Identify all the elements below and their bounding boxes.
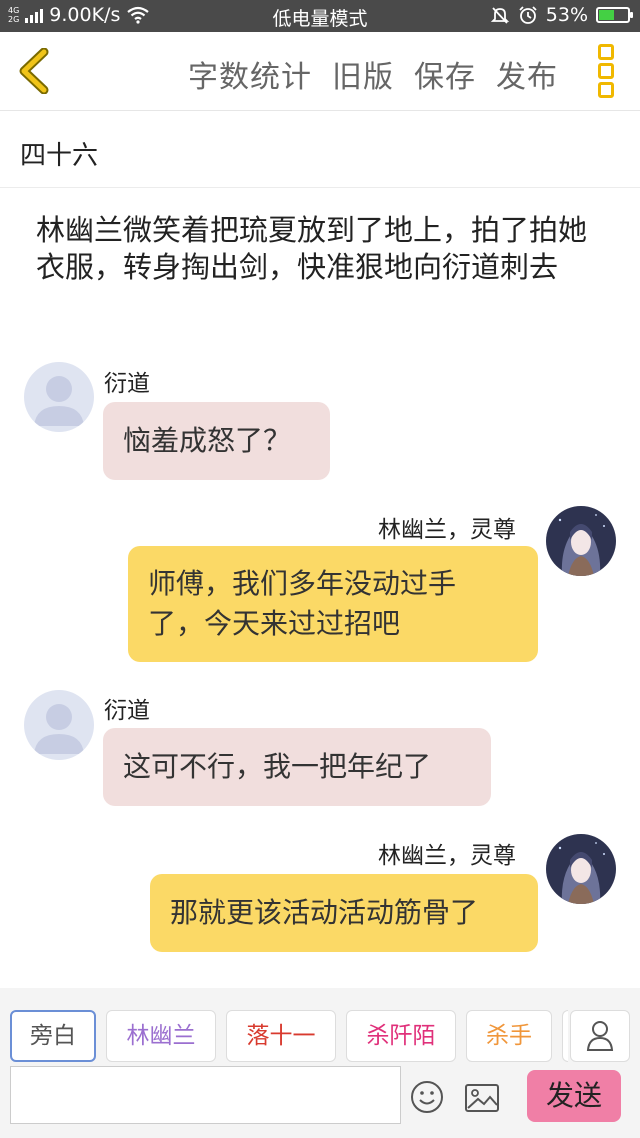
sender-name: 林幽兰，灵尊 [378, 517, 516, 543]
more-dot-icon [598, 63, 614, 79]
image-icon [465, 1084, 499, 1112]
sender-name: 衍道 [104, 371, 150, 397]
chapter-title-row[interactable]: 四十六 [0, 111, 640, 188]
default-user-icon [34, 704, 84, 754]
word-count-button[interactable]: 字数统计 [188, 52, 312, 96]
message-input[interactable] [10, 1066, 401, 1124]
message-bubble[interactable]: 那就更该活动活动筋骨了 [150, 874, 538, 952]
role-selector: 旁白 林幽兰 落十一 杀阡陌 杀手 [10, 1010, 640, 1062]
more-dot-icon [598, 44, 614, 60]
battery-icon [596, 7, 633, 23]
message-bubble[interactable]: 恼羞成怒了？ [103, 402, 330, 480]
message-bubble[interactable]: 师傅，我们多年没动过手 了，今天来过过招吧 [128, 546, 538, 662]
role-luo-shiyi[interactable]: 落十一 [226, 1010, 336, 1062]
editor-toolbar: 字数统计 旧版 保存 发布 [0, 32, 640, 111]
compose-bar: 旁白 林幽兰 落十一 杀阡陌 杀手 发送 [0, 988, 640, 1138]
sender-name: 衍道 [104, 698, 150, 724]
character-avatar-image [546, 506, 616, 576]
character-avatar-image [546, 834, 616, 904]
emoji-button[interactable] [410, 1080, 444, 1114]
old-version-button[interactable]: 旧版 [332, 52, 394, 96]
avatar[interactable] [546, 506, 616, 576]
battery-percent: 53% [545, 4, 588, 26]
role-assassin[interactable]: 杀手 [466, 1010, 552, 1062]
narration-text[interactable]: 林幽兰微笑着把琉夏放到了地上，拍了拍她衣服，转身掏出剑，快准狠地向衍道刺去 [36, 212, 596, 286]
message-line: 师傅，我们多年没动过手 [148, 567, 457, 600]
chevron-left-icon [19, 47, 49, 95]
image-button[interactable] [464, 1083, 500, 1113]
bell-muted-icon [490, 7, 509, 24]
role-overflow [562, 1010, 568, 1062]
save-button[interactable]: 保存 [414, 52, 476, 96]
role-sha-qianmo[interactable]: 杀阡陌 [346, 1010, 456, 1062]
role-narrator[interactable]: 旁白 [10, 1010, 96, 1062]
publish-button[interactable]: 发布 [496, 52, 558, 96]
chapter-title: 四十六 [20, 141, 99, 171]
send-button[interactable]: 发送 [527, 1070, 621, 1122]
user-icon [586, 1021, 614, 1051]
message-line: 了，今天来过过招吧 [148, 607, 401, 640]
avatar[interactable] [546, 834, 616, 904]
more-dot-icon [598, 82, 614, 98]
sender-name: 林幽兰，灵尊 [378, 843, 516, 869]
avatar[interactable] [24, 362, 94, 432]
status-bar: 4G 2G 9.00K/s 低电量模式 53% [0, 0, 640, 32]
default-user-icon [34, 376, 84, 426]
back-button[interactable] [14, 47, 58, 95]
role-lin-youlan[interactable]: 林幽兰 [106, 1010, 216, 1062]
message-bubble[interactable]: 这可不行，我一把年纪了 [103, 728, 491, 806]
add-role-button[interactable] [570, 1010, 630, 1062]
smiley-icon [411, 1081, 443, 1113]
avatar[interactable] [24, 690, 94, 760]
alarm-icon [519, 6, 537, 24]
more-menu-button[interactable] [598, 44, 614, 98]
